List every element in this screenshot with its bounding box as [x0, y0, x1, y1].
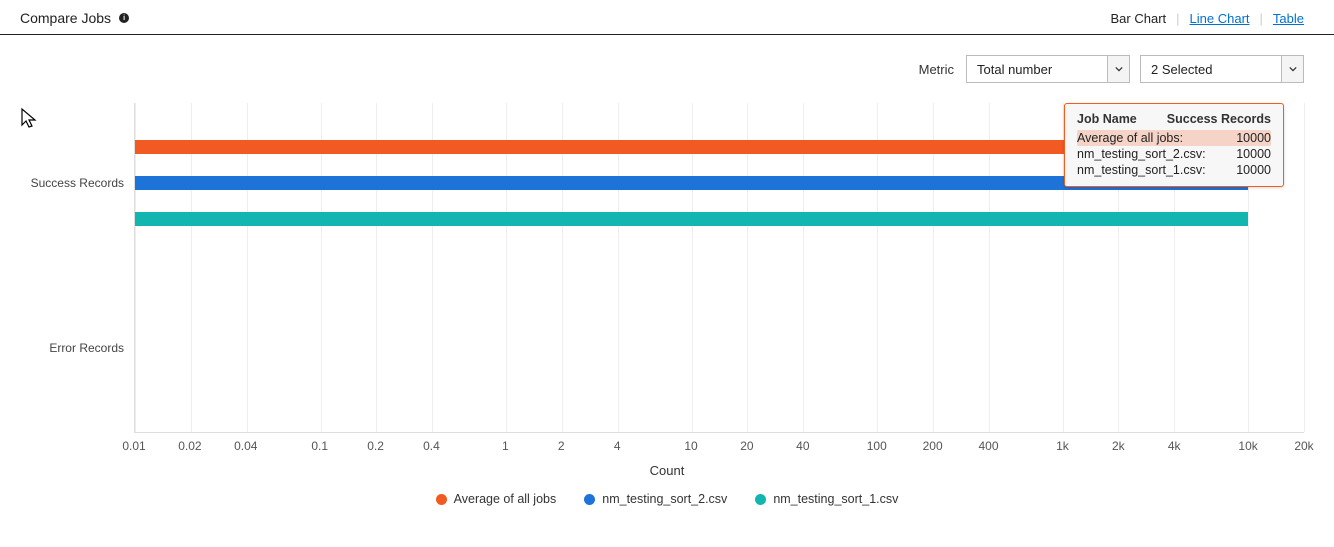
chevron-down-icon [1281, 56, 1303, 82]
legend-label: Average of all jobs [454, 492, 557, 506]
x-tick-label: 0.02 [178, 439, 201, 453]
view-mode-table[interactable]: Table [1263, 11, 1314, 26]
x-tick-label: 0.2 [367, 439, 384, 453]
x-tick-label: 2 [558, 439, 565, 453]
bar-nm-testing-sort-1-csv[interactable] [135, 212, 1248, 226]
y-axis-labels: Success Records Error Records [30, 103, 134, 433]
x-tick-label: 10k [1238, 439, 1257, 453]
view-mode-bar-chart[interactable]: Bar Chart [1101, 11, 1177, 26]
view-mode-line-chart[interactable]: Line Chart [1180, 11, 1260, 26]
x-axis-ticks: 0.010.020.040.10.20.41241020401002004001… [134, 433, 1304, 459]
tooltip-row-name: nm_testing_sort_1.csv [1077, 163, 1206, 177]
x-tick-label: 0.04 [234, 439, 257, 453]
legend-swatch [436, 494, 447, 505]
title-wrap: Compare Jobs i [20, 10, 129, 26]
metric-select-value: Total number [967, 56, 1107, 82]
x-tick-label: 0.1 [311, 439, 328, 453]
x-axis-label: Count [30, 463, 1304, 478]
chart-area: Success Records Error Records Job Name S… [0, 93, 1334, 516]
x-tick-label: 1 [502, 439, 509, 453]
x-tick-label: 20k [1294, 439, 1313, 453]
x-tick-label: 400 [979, 439, 999, 453]
gridline [1304, 103, 1305, 432]
tooltip-row-name: Average of all jobs [1077, 131, 1183, 145]
legend-label: nm_testing_sort_2.csv [602, 492, 727, 506]
x-tick-label: 40 [796, 439, 809, 453]
x-tick-label: 10 [684, 439, 697, 453]
tooltip-row-value: 10000 [1236, 163, 1271, 177]
plot-area[interactable]: Job Name Success Records Average of all … [134, 103, 1304, 433]
tooltip-row: nm_testing_sort_1.csv 10000 [1077, 162, 1271, 178]
x-tick-label: 100 [867, 439, 887, 453]
tooltip-header-jobname: Job Name [1077, 112, 1137, 126]
legend-item-job1[interactable]: nm_testing_sort_2.csv [584, 492, 727, 506]
page-title: Compare Jobs [20, 10, 111, 26]
legend-swatch [755, 494, 766, 505]
view-mode-switch: Bar Chart | Line Chart | Table [1101, 11, 1314, 26]
x-tick-label: 0.01 [122, 439, 145, 453]
x-tick-label: 200 [923, 439, 943, 453]
legend-item-job2[interactable]: nm_testing_sort_1.csv [755, 492, 898, 506]
tooltip-row: Average of all jobs 10000 [1077, 130, 1271, 146]
legend-label: nm_testing_sort_1.csv [773, 492, 898, 506]
x-tick-label: 1k [1056, 439, 1069, 453]
x-tick-label: 0.4 [423, 439, 440, 453]
controls-row: Metric Total number 2 Selected [0, 35, 1334, 93]
x-tick-label: 2k [1112, 439, 1125, 453]
x-tick-label: 4k [1168, 439, 1181, 453]
tooltip-row: nm_testing_sort_2.csv 10000 [1077, 146, 1271, 162]
y-category-success: Success Records [31, 176, 124, 190]
tooltip-row-name: nm_testing_sort_2.csv [1077, 147, 1206, 161]
y-category-error: Error Records [49, 341, 124, 355]
tooltip-header-value: Success Records [1167, 112, 1271, 126]
chart-tooltip: Job Name Success Records Average of all … [1064, 103, 1284, 187]
x-tick-label: 4 [614, 439, 621, 453]
x-tick-label: 20 [740, 439, 753, 453]
metric-label: Metric [919, 62, 954, 77]
tooltip-row-value: 10000 [1236, 147, 1271, 161]
legend-swatch [584, 494, 595, 505]
tooltip-row-value: 10000 [1236, 131, 1271, 145]
metric-select[interactable]: Total number [966, 55, 1130, 83]
header: Compare Jobs i Bar Chart | Line Chart | … [0, 0, 1334, 35]
jobs-select[interactable]: 2 Selected [1140, 55, 1304, 83]
chevron-down-icon [1107, 56, 1129, 82]
legend-item-average[interactable]: Average of all jobs [436, 492, 557, 506]
legend: Average of all jobs nm_testing_sort_2.cs… [30, 478, 1304, 516]
info-icon[interactable]: i [119, 13, 129, 23]
jobs-select-value: 2 Selected [1141, 56, 1281, 82]
